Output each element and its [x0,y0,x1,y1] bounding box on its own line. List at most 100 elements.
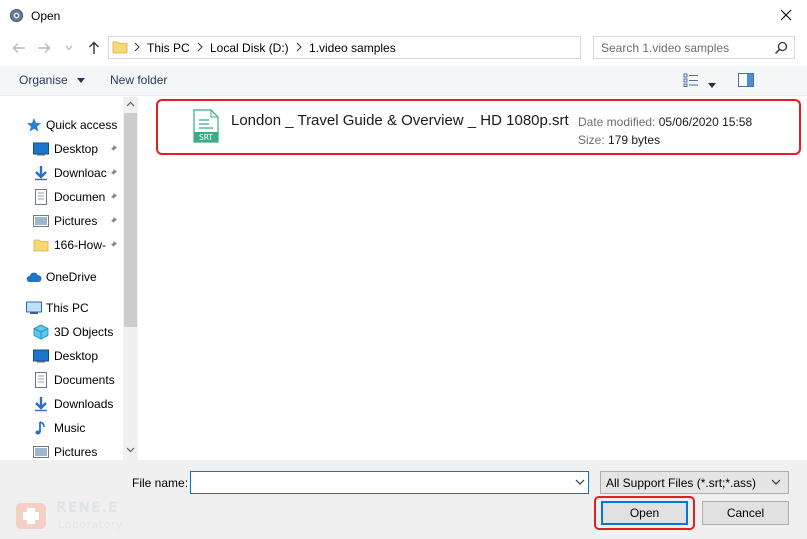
file-name-input[interactable] [191,472,566,493]
sidebar-item-downloads-quick[interactable]: Downloac [0,162,123,184]
address-bar[interactable]: This PC Local Disk (D:) 1.video samples [108,36,685,59]
sidebar-item-this-pc[interactable]: This PC [0,297,123,319]
sidebar-item-label: Music [54,421,86,435]
search-box[interactable] [593,36,795,59]
breadcrumb-local-disk[interactable]: Local Disk (D:) [210,41,289,55]
forward-button[interactable] [35,39,53,57]
chevron-down-icon [65,45,73,51]
watermark-logo: RENE.E Laboratory [10,498,130,534]
logo-cross-icon [16,503,46,529]
arrow-right-icon [38,43,51,53]
sidebar-item-label: Downloac [54,166,107,180]
scroll-up-icon[interactable] [126,101,135,107]
sidebar-item-label: Quick access [46,118,118,132]
organise-label: Organise [19,73,68,87]
sidebar-item-label: Documents [54,373,115,387]
close-icon [780,9,792,21]
title-bar: Open [0,0,807,31]
scroll-down-icon[interactable] [126,447,135,453]
breadcrumb-video-samples[interactable]: 1.video samples [309,41,396,55]
scrollbar-thumb[interactable] [124,113,137,327]
sidebar-item-label: 3D Objects [54,325,114,339]
sidebar-item-music[interactable]: Music [0,417,123,439]
change-view-button[interactable] [683,73,699,90]
download-icon [35,166,47,181]
sidebar-item-pictures-quick[interactable]: Pictures [0,210,123,232]
download-icon [35,397,47,412]
sidebar-item-label: Documen [54,190,106,204]
cloud-icon [26,272,42,282]
chevron-down-icon[interactable] [575,479,585,485]
file-type-select[interactable]: All Support Files (*.srt;*.ass) [600,471,789,494]
recent-locations-button[interactable] [63,39,75,57]
preview-pane-button[interactable] [738,73,754,90]
breadcrumb-this-pc[interactable]: This PC [147,41,190,55]
organise-button[interactable]: Organise [19,73,86,87]
folder-icon [33,239,49,252]
pin-icon [109,193,117,201]
chevron-down-icon [708,83,716,88]
music-icon [35,421,45,435]
chevron-right-icon [197,42,203,52]
sidebar-item-pictures-pc[interactable]: Pictures [0,441,123,460]
sidebar-item-label: Pictures [54,445,98,459]
search-icon[interactable] [774,41,788,55]
watermark-line1: RENE.E [56,500,119,516]
view-options-dropdown[interactable] [708,77,716,91]
file-type-value: All Support Files (*.srt;*.ass) [606,476,757,490]
srt-icon-text: SRT [199,133,213,142]
window-title: Open [31,9,61,23]
view-details-icon [683,73,698,87]
star-icon [27,118,41,132]
file-date-modified: Date modified: 05/06/2020 15:58 [578,115,752,129]
file-name-combobox[interactable] [190,471,589,494]
sidebar-item-label: Downloads [54,397,114,411]
arrow-left-icon [12,43,25,53]
date-modified-value: 05/06/2020 15:58 [658,115,753,129]
file-name-label: File name: [132,476,189,490]
sidebar-item-label: Desktop [54,142,99,156]
chevron-right-icon [296,42,302,52]
file-item[interactable]: SRT London _ Travel Guide & Overview _ H… [156,99,801,155]
navigation-pane: Quick access Desktop Downloac Documen Pi… [0,97,138,460]
chevron-right-icon [134,42,140,52]
sidebar-item-label: OneDrive [46,270,97,284]
sidebar-item-166-folder[interactable]: 166-How- [0,234,123,256]
documents-icon [35,372,47,388]
command-bar: Organise New folder [0,66,807,96]
pin-icon [109,145,117,153]
close-button[interactable] [768,3,804,27]
sidebar-item-label: Pictures [54,214,98,228]
pin-icon [109,217,117,225]
size-label: Size: [578,133,605,147]
sidebar-item-desktop[interactable]: Desktop [0,138,123,160]
up-button[interactable] [85,39,103,57]
watermark-line2: Laboratory [58,518,123,531]
sidebar-item-label: 166-How- [54,238,107,252]
preview-pane-icon [738,73,754,87]
documents-icon [35,189,47,205]
sidebar-item-downloads-pc[interactable]: Downloads [0,393,123,415]
cancel-button[interactable]: Cancel [702,501,789,525]
sidebar-item-quick-access[interactable]: Quick access [0,114,123,136]
pin-icon [109,169,117,177]
file-name[interactable]: London _ Travel Guide & Overview _ HD 10… [231,112,569,129]
sidebar-item-onedrive[interactable]: OneDrive [0,266,123,288]
pictures-icon [33,215,49,227]
back-button[interactable] [10,39,28,57]
sidebar-item-desktop-pc[interactable]: Desktop [0,345,123,367]
sidebar-item-documents-quick[interactable]: Documen [0,186,123,208]
pictures-icon [33,446,49,458]
pin-icon [109,241,117,249]
new-folder-button[interactable]: New folder [110,73,167,87]
search-input[interactable] [594,37,770,58]
file-list: SRT London _ Travel Guide & Overview _ H… [139,97,807,460]
sidebar-item-label: This PC [46,301,89,315]
open-button[interactable]: Open [601,501,688,525]
sidebar-item-3d-objects[interactable]: 3D Objects [0,321,123,343]
sidebar-item-documents-pc[interactable]: Documents [0,369,123,391]
sidebar-item-label: Desktop [54,349,99,363]
app-gear-icon [9,8,24,23]
date-modified-label: Date modified: [578,115,656,129]
sidebar-scrollbar[interactable] [123,97,138,460]
